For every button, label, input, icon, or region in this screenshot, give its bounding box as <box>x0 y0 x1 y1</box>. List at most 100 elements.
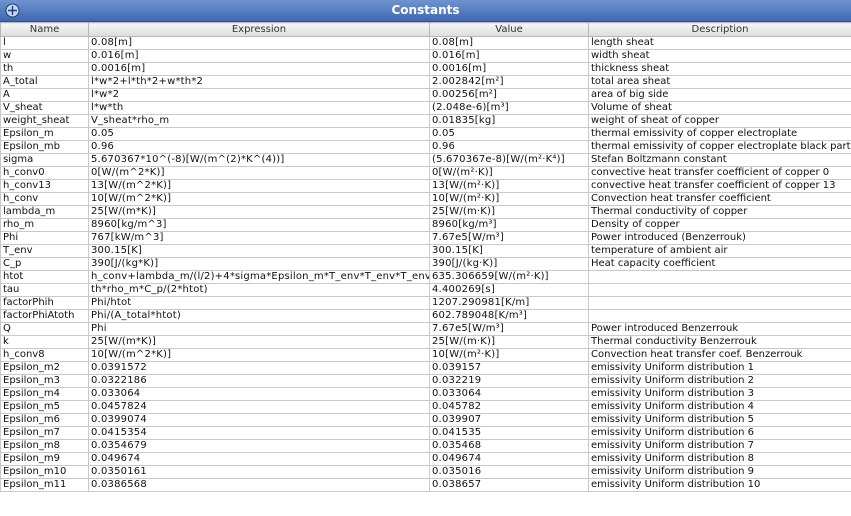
cell-description[interactable]: thickness sheat <box>588 62 851 76</box>
cell-expression[interactable]: 0[W/(m^2*K)] <box>88 166 430 180</box>
cell-expression[interactable]: 0.0391572 <box>88 361 430 375</box>
cell-value[interactable]: 25[W/(m·K)] <box>429 205 589 219</box>
table-row[interactable]: l 0.08[m] 0.08[m] length sheat <box>0 36 851 50</box>
table-row[interactable]: factorPhiAtoth Phi/(A_total*htot) 602.7890… <box>0 309 851 323</box>
cell-value[interactable]: (2.048e-6)[m³] <box>429 101 589 115</box>
cell-description[interactable]: Heat capacity coefficient <box>588 257 851 271</box>
cell-name[interactable]: h_conv8 <box>0 348 89 362</box>
cell-expression[interactable]: 10[W/(m^2*K)] <box>88 348 430 362</box>
cell-name[interactable]: Epsilon_m8 <box>0 439 89 453</box>
cell-expression[interactable]: 0.08[m] <box>88 36 430 50</box>
table-row[interactable]: Epsilon_m7 0.0415354 0.041535 emissivity Un… <box>0 426 851 440</box>
table-row[interactable]: h_conv13 13[W/(m^2*K)] 13[W/(m²·K)] convect… <box>0 179 851 193</box>
cell-expression[interactable]: 0.0457824 <box>88 400 430 414</box>
cell-value[interactable]: 2.002842[m²] <box>429 75 589 89</box>
cell-description[interactable]: Power introduced (Benzerrouk) <box>588 231 851 245</box>
column-header-value[interactable]: Value <box>429 22 589 37</box>
cell-expression[interactable]: th*rho_m*C_p/(2*htot) <box>88 283 430 297</box>
table-row[interactable]: tau th*rho_m*C_p/(2*htot) 4.400269[s] <box>0 283 851 297</box>
cell-name[interactable]: Epsilon_m4 <box>0 387 89 401</box>
table-row[interactable]: Epsilon_m3 0.0322186 0.032219 emissivity Un… <box>0 374 851 388</box>
table-row[interactable]: factorPhih Phi/htot 1207.290981[K/m] <box>0 296 851 310</box>
table-row[interactable]: V_sheat l*w*th (2.048e-6)[m³] Volume of she… <box>0 101 851 115</box>
table-row[interactable]: Q Phi 7.67e5[W/m³] Power introduced Benzerr… <box>0 322 851 336</box>
cell-description[interactable]: emissivity Uniform distribution 5 <box>588 413 851 427</box>
cell-description[interactable] <box>588 296 851 310</box>
cell-value[interactable]: 1207.290981[K/m] <box>429 296 589 310</box>
table-row[interactable]: C_p 390[J/(kg*K)] 390[J/(kg·K)] Heat capaci… <box>0 257 851 271</box>
cell-description[interactable]: emissivity Uniform distribution 3 <box>588 387 851 401</box>
cell-value[interactable]: 0.039157 <box>429 361 589 375</box>
cell-value[interactable]: 0.045782 <box>429 400 589 414</box>
cell-expression[interactable]: 0.016[m] <box>88 49 430 63</box>
cell-name[interactable]: tau <box>0 283 89 297</box>
cell-value[interactable]: 0.08[m] <box>429 36 589 50</box>
cell-name[interactable]: htot <box>0 270 89 284</box>
cell-value[interactable]: 0.00256[m²] <box>429 88 589 102</box>
cell-name[interactable]: Epsilon_m6 <box>0 413 89 427</box>
cell-expression[interactable]: 0.0386568 <box>88 478 430 492</box>
cell-value[interactable]: 0.05 <box>429 127 589 141</box>
cell-value[interactable]: 0[W/(m²·K)] <box>429 166 589 180</box>
cell-name[interactable]: Epsilon_m3 <box>0 374 89 388</box>
cell-value[interactable]: 8960[kg/m³] <box>429 218 589 232</box>
cell-expression[interactable]: 13[W/(m^2*K)] <box>88 179 430 193</box>
cell-description[interactable]: emissivity Uniform distribution 7 <box>588 439 851 453</box>
cell-expression[interactable]: 0.0016[m] <box>88 62 430 76</box>
cell-description[interactable]: Thermal conductivity Benzerrouk <box>588 335 851 349</box>
cell-value[interactable]: 300.15[K] <box>429 244 589 258</box>
cell-value[interactable]: 602.789048[K/m³] <box>429 309 589 323</box>
cell-name[interactable]: Phi <box>0 231 89 245</box>
cell-name[interactable]: rho_m <box>0 218 89 232</box>
column-header-expression[interactable]: Expression <box>88 22 430 37</box>
cell-value[interactable]: 0.032219 <box>429 374 589 388</box>
table-row[interactable]: Epsilon_m8 0.0354679 0.035468 emissivity Un… <box>0 439 851 453</box>
cell-expression[interactable]: 0.0354679 <box>88 439 430 453</box>
cell-name[interactable]: weight_sheat <box>0 114 89 128</box>
cell-name[interactable]: sigma <box>0 153 89 167</box>
table-row[interactable]: Epsilon_m9 0.049674 0.049674 emissivity Uni… <box>0 452 851 466</box>
cell-value[interactable]: 0.035468 <box>429 439 589 453</box>
cell-expression[interactable]: 0.0399074 <box>88 413 430 427</box>
cell-description[interactable]: thermal emissivity of copper electroplat… <box>588 140 851 154</box>
cell-description[interactable]: Convection heat transfer coef. Benzerrou… <box>588 348 851 362</box>
cell-description[interactable]: Density of copper <box>588 218 851 232</box>
cell-expression[interactable]: 767[kW/m^3] <box>88 231 430 245</box>
cell-expression[interactable]: 390[J/(kg*K)] <box>88 257 430 271</box>
cell-name[interactable]: Epsilon_m2 <box>0 361 89 375</box>
column-header-name[interactable]: Name <box>0 22 89 37</box>
table-row[interactable]: h_conv0 0[W/(m^2*K)] 0[W/(m²·K)] convective… <box>0 166 851 180</box>
cell-value[interactable]: 0.038657 <box>429 478 589 492</box>
table-row[interactable]: Epsilon_m11 0.0386568 0.038657 emissivity U… <box>0 478 851 492</box>
cell-name[interactable]: Epsilon_m11 <box>0 478 89 492</box>
table-row[interactable]: Epsilon_m 0.05 0.05 thermal emissivity of c… <box>0 127 851 141</box>
cell-expression[interactable]: 0.033064 <box>88 387 430 401</box>
cell-description[interactable] <box>588 283 851 297</box>
table-row[interactable]: h_conv 10[W/(m^2*K)] 10[W/(m²·K)] Convectio… <box>0 192 851 206</box>
cell-description[interactable]: emissivity Uniform distribution 10 <box>588 478 851 492</box>
cell-expression[interactable]: Phi/htot <box>88 296 430 310</box>
cell-value[interactable]: 13[W/(m²·K)] <box>429 179 589 193</box>
cell-value[interactable]: 0.0016[m] <box>429 62 589 76</box>
cell-value[interactable]: 7.67e5[W/m³] <box>429 322 589 336</box>
cell-description[interactable]: convective heat transfer coefficient of … <box>588 179 851 193</box>
cell-name[interactable]: h_conv0 <box>0 166 89 180</box>
table-row[interactable]: Epsilon_m5 0.0457824 0.045782 emissivity Un… <box>0 400 851 414</box>
cell-value[interactable]: 635.306659[W/(m²·K)] <box>429 270 589 284</box>
table-row[interactable]: Al*w*2 0.00256[m²] area of big side <box>0 88 851 102</box>
cell-name[interactable]: Epsilon_m5 <box>0 400 89 414</box>
table-row[interactable]: lambda_m 25[W/(m*K)] 25[W/(m·K)] Thermal co… <box>0 205 851 219</box>
cell-expression[interactable]: 10[W/(m^2*K)] <box>88 192 430 206</box>
cell-description[interactable]: Convection heat transfer coefficient <box>588 192 851 206</box>
cell-description[interactable]: emissivity Uniform distribution 2 <box>588 374 851 388</box>
cell-value[interactable]: 0.01835[kg] <box>429 114 589 128</box>
cell-expression[interactable]: l*w*th <box>88 101 430 115</box>
cell-expression[interactable]: Phi/(A_total*htot) <box>88 309 430 323</box>
cell-description[interactable]: width sheat <box>588 49 851 63</box>
cell-name[interactable]: factorPhiAtoth <box>0 309 89 323</box>
cell-name[interactable]: h_conv <box>0 192 89 206</box>
cell-description[interactable]: length sheat <box>588 36 851 50</box>
cell-name[interactable]: Epsilon_m7 <box>0 426 89 440</box>
cell-expression[interactable]: 0.05 <box>88 127 430 141</box>
cell-expression[interactable]: h_conv+lambda_m/(l/2)+4*sigma*Epsilon_m*… <box>88 270 430 284</box>
